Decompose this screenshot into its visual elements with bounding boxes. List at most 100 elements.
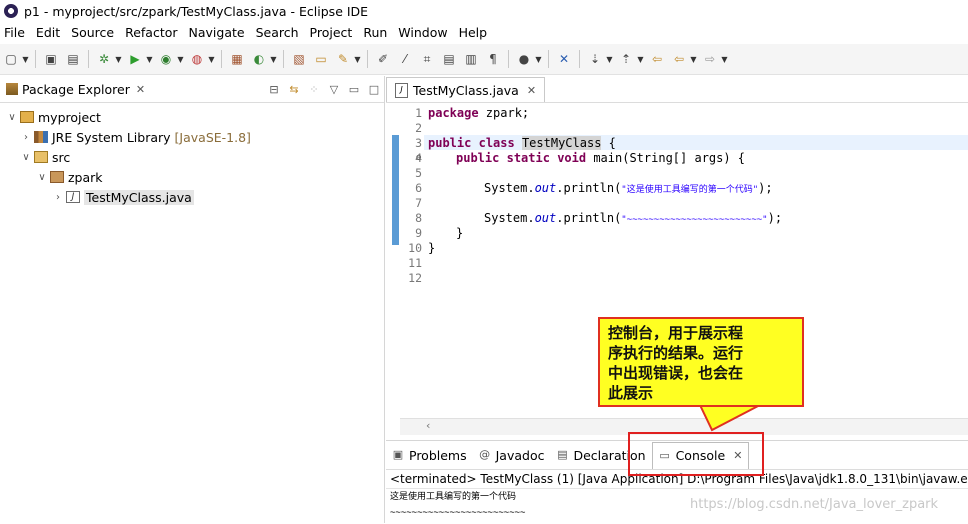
show-whitespace-icon[interactable]: ▤ [441, 51, 457, 67]
back-dropdown-icon[interactable]: ▼ [690, 51, 697, 67]
menu-file[interactable]: File [0, 25, 32, 40]
open-type-icon[interactable]: ▧ [291, 51, 307, 67]
new-icon[interactable]: ▢ [3, 51, 19, 67]
coverage-icon[interactable]: ◉ [158, 51, 174, 67]
eclipse-icon [4, 4, 18, 18]
debug-icon[interactable]: ✲ [96, 51, 112, 67]
tree-item-file[interactable]: › J TestMyClass.java [0, 187, 384, 207]
close-icon[interactable]: ✕ [527, 84, 536, 97]
view-menu-icon[interactable]: ▽ [324, 83, 344, 96]
back-icon[interactable]: ⇦ [671, 51, 687, 67]
tab-javadoc[interactable]: @ Javadoc [473, 441, 551, 469]
menu-project[interactable]: Project [306, 25, 360, 40]
line-number: 7 [415, 196, 422, 210]
declaration-icon: ▤ [557, 448, 568, 461]
package-explorer-label: Package Explorer [22, 81, 130, 97]
new-dropdown-icon[interactable]: ▼ [22, 51, 29, 67]
block-selection-icon[interactable]: ⌗ [419, 51, 435, 67]
toolbar-separator [579, 50, 580, 68]
tree-item-src[interactable]: ∨ src [0, 147, 384, 167]
tree-item-package[interactable]: ∨ zpark [0, 167, 384, 187]
code-line-8: System.out.println("~~~~~~~~~~~~~~~~~~~~… [484, 211, 782, 225]
next-annotation-dropdown-icon[interactable]: ▼ [606, 51, 613, 67]
new-java-package-icon[interactable]: ▦ [229, 51, 245, 67]
field-name: out [534, 181, 557, 195]
search-icon[interactable]: ✎ [335, 51, 351, 67]
string-literal: "~~~~~~~~~~~~~~~~~~~~~~~~~" [621, 215, 768, 225]
next-annotation-icon[interactable]: ⇣ [587, 51, 603, 67]
annotation-line: 序执行的结果。运行 [608, 344, 744, 362]
close-icon[interactable]: ✕ [136, 83, 145, 96]
line-number: 2 [415, 121, 422, 135]
chevron-down-icon[interactable]: ∨ [36, 172, 48, 183]
toggle-breadcrumb-icon[interactable]: ▥ [463, 51, 479, 67]
title-bar: p1 - myproject/src/zpark/TestMyClass.jav… [0, 0, 968, 22]
maximize-icon[interactable]: □ [364, 83, 384, 96]
menu-source[interactable]: Source [67, 25, 121, 40]
console-highlight-box [628, 432, 764, 476]
tree-item-project[interactable]: ∨ myproject [0, 107, 384, 127]
menu-help[interactable]: Help [455, 25, 495, 40]
package-explorer-tabbar: Package Explorer ✕ ⊟ ⇆ ⁘ ▽ ▭ □ [0, 76, 384, 103]
chevron-down-icon[interactable]: ∨ [6, 112, 18, 123]
package-label: zpark [68, 169, 103, 185]
new-java-class-icon[interactable]: ◐ [251, 51, 267, 67]
collapse-all-icon[interactable]: ⊟ [264, 83, 284, 96]
menu-edit[interactable]: Edit [32, 25, 67, 40]
external-tools-icon[interactable]: ◍ [189, 51, 205, 67]
pin-editor-icon[interactable]: ✕ [556, 51, 572, 67]
open-task-icon[interactable]: ▭ [313, 51, 329, 67]
link-with-editor-icon[interactable]: ⇆ [284, 83, 304, 96]
chevron-right-icon[interactable]: › [52, 192, 64, 203]
minimize-icon[interactable]: ▭ [344, 83, 364, 96]
menu-run[interactable]: Run [359, 25, 394, 40]
coverage-dropdown-icon[interactable]: ▼ [177, 51, 184, 67]
debug-dropdown-icon[interactable]: ▼ [115, 51, 122, 67]
toggle-word-wrap-icon[interactable]: ⁄ [397, 51, 413, 67]
tab-problems[interactable]: ▣ Problems [386, 441, 473, 469]
scroll-left-icon[interactable]: ‹ [426, 419, 430, 432]
java-file-icon: J [66, 191, 80, 203]
code-text: main(String[] args) { [586, 151, 746, 165]
forward-icon[interactable]: ⇨ [702, 51, 718, 67]
run-dropdown-icon[interactable]: ▼ [146, 51, 153, 67]
keyword: static [506, 151, 550, 165]
previous-annotation-icon[interactable]: ⇡ [618, 51, 634, 67]
code-text: System. [484, 181, 535, 195]
toolbar-separator [548, 50, 549, 68]
watermark: https://blog.csdn.net/Java_lover_zpark [690, 497, 939, 512]
pilcrow-icon[interactable]: ¶ [485, 51, 501, 67]
keyword: public [428, 136, 472, 150]
menu-window[interactable]: Window [394, 25, 454, 40]
last-edit-location-icon[interactable]: ⇦ [649, 51, 665, 67]
toggle-mark-occurrences-icon[interactable]: ✐ [375, 51, 391, 67]
forward-dropdown-icon[interactable]: ▼ [721, 51, 728, 67]
tab-testmyclass-java[interactable]: J TestMyClass.java ✕ [386, 77, 546, 102]
menu-search[interactable]: Search [252, 25, 306, 40]
save-icon[interactable]: ▣ [43, 51, 59, 67]
previous-annotation-dropdown-icon[interactable]: ▼ [637, 51, 644, 67]
mylyn-dropdown-icon[interactable]: ▼ [535, 51, 542, 67]
run-icon[interactable]: ▶ [127, 51, 143, 67]
annotation-line: 中出现错误，也会在 [608, 364, 744, 382]
chevron-right-icon[interactable]: › [20, 132, 32, 143]
package-icon [50, 171, 64, 183]
problems-icon: ▣ [392, 448, 404, 461]
editor-tabbar: J TestMyClass.java ✕ [386, 76, 968, 103]
menu-navigate[interactable]: Navigate [185, 25, 252, 40]
save-all-icon[interactable]: ▤ [65, 51, 81, 67]
file-label: TestMyClass.java [84, 189, 194, 205]
code-line-10: } [428, 241, 436, 255]
fold-collapse-icon[interactable]: ⊖ [416, 153, 421, 163]
main-toolbar: ▢ ▼ ▣ ▤ ✲ ▼ ▶ ▼ ◉ ▼ ◍ ▼ ▦ ◐ ▼ ▧ ▭ ✎ ▼ ✐ ⁄ ⌗ ▤ ▥… [0, 44, 968, 75]
tree-item-library[interactable]: › JRE System Library [JavaSE-1.8] [0, 127, 384, 147]
line-number: 11 [408, 256, 422, 270]
search-dropdown-icon[interactable]: ▼ [354, 51, 361, 67]
mylyn-task-icon[interactable]: ● [516, 51, 532, 67]
filters-icon[interactable]: ⁘ [304, 83, 324, 96]
chevron-down-icon[interactable]: ∨ [20, 152, 32, 163]
tab-package-explorer[interactable]: Package Explorer ✕ [0, 76, 151, 102]
external-tools-dropdown-icon[interactable]: ▼ [208, 51, 215, 67]
menu-refactor[interactable]: Refactor [121, 25, 184, 40]
new-java-class-dropdown-icon[interactable]: ▼ [270, 51, 277, 67]
